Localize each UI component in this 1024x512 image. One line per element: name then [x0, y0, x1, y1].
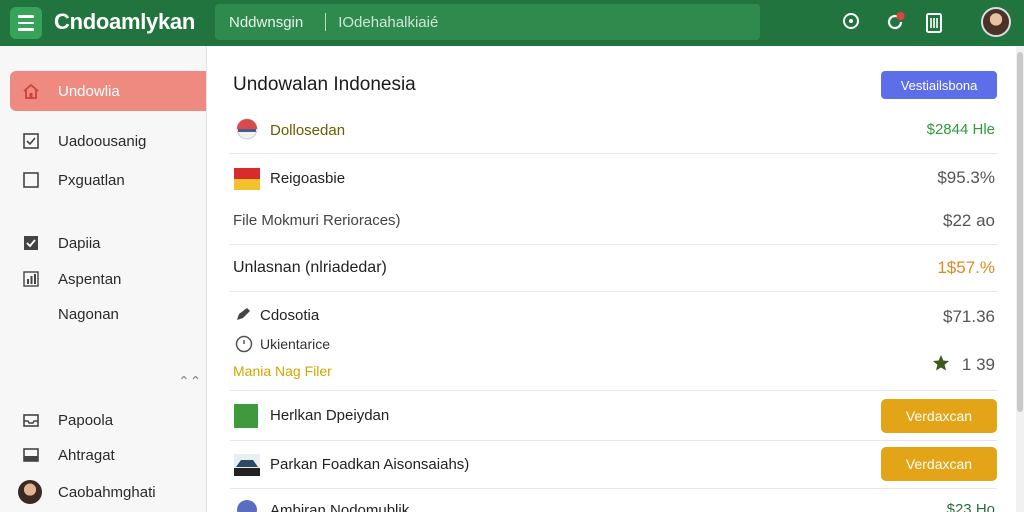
tray-icon [22, 446, 40, 464]
pie-thumbnail-icon [236, 118, 258, 140]
list-item[interactable]: Parkan Foadkan Aisonsaiahs) Verdaxcan [230, 441, 997, 489]
row-value: $71.36 [943, 307, 995, 326]
list-item[interactable]: File Mokmuri Rerioraces) $22 ao [230, 200, 997, 245]
car-thumbnail-icon [234, 454, 260, 476]
checkbox-icon [22, 132, 40, 150]
inbox-icon [22, 411, 40, 429]
location-pin-icon[interactable] [839, 10, 863, 34]
bar-chart-icon [22, 270, 40, 288]
row-value: $2844 Hle [926, 121, 995, 138]
row-value: 1$57.% [937, 258, 995, 277]
pen-icon [235, 306, 253, 327]
row-label: Herlkan Dpeiydan [270, 407, 390, 424]
sidebar-item-ahtragat[interactable]: Ahtragat [10, 435, 206, 475]
app-title: Cndoamlykan [54, 9, 195, 34]
page-title: Undowalan Indonesia [233, 74, 416, 95]
row-label: Parkan Foadkan Aisonsaiahs) [270, 456, 470, 473]
user-avatar[interactable] [981, 7, 1011, 37]
row-label: Dollosedan [270, 122, 346, 139]
sidebar-item-pxguatlan[interactable]: Pxguatlan [10, 160, 206, 200]
row-action-button[interactable]: Verdaxcan [881, 447, 997, 481]
row-action-button[interactable]: Verdaxcan [881, 399, 997, 433]
checkbox-checked-icon [22, 234, 40, 252]
row-value: $22 ao [943, 211, 995, 230]
sidebar-item-label: Pxguatlan [58, 171, 125, 189]
sidebar-item-uadoousanig[interactable]: Uadoousanig [10, 121, 206, 161]
sidebar-item-label: Undowlia [58, 82, 120, 100]
row-label: Reigoasbie [270, 170, 346, 187]
home-icon [22, 82, 40, 100]
sidebar-item-label: Ahtragat [58, 446, 115, 464]
sidebar-item-label: Dapiia [58, 234, 101, 252]
flag-thumbnail-icon [234, 168, 260, 190]
sidebar-item-label: Aspentan [58, 270, 122, 288]
list-item[interactable]: Dollosedan $2844 Hle [230, 108, 997, 154]
clock-icon [235, 335, 253, 358]
sidebar-item-label: Papoola [58, 411, 114, 429]
row-label: Cdosotia [260, 307, 320, 324]
search-bar[interactable]: Nddwnsgin [215, 4, 760, 40]
hamburger-line [18, 15, 34, 18]
list-item[interactable]: Unlasnan (nlriadedar) 1$57.% [230, 245, 997, 292]
sidebar-item-label: Caobahmghati [58, 483, 156, 501]
scrollbar[interactable] [1016, 46, 1024, 512]
sidebar-item-home[interactable]: Undowlia [10, 71, 206, 111]
row-label: Unlasnan (nlriadedar) [233, 259, 387, 276]
row-secondary-value: 1 39 [961, 355, 995, 374]
sidebar-item-papoola[interactable]: Papoola [10, 400, 206, 440]
primary-action-button[interactable]: Vestiailsbona [881, 71, 997, 99]
scrollbar-thumb[interactable] [1017, 52, 1023, 412]
hamburger-line [18, 28, 34, 31]
row-value: $23 Ho [946, 501, 995, 512]
trash-icon[interactable] [922, 10, 946, 34]
top-app-bar: Cndoamlykan Nddwnsgin [0, 0, 1024, 46]
row-label: Ambiran Nodomublik [270, 502, 410, 512]
list-item[interactable]: Reigoasbie $95.3% [230, 154, 997, 200]
hamburger-menu-button[interactable] [10, 7, 42, 39]
row-sublabel: Ukientarice [260, 336, 331, 352]
avatar [18, 480, 42, 504]
sidebar: Undowlia Uadoousanig Pxguatlan Dapiia As… [0, 46, 207, 512]
square-icon [22, 171, 40, 189]
chevron-up-icon[interactable]: ⌃⌃ [178, 373, 201, 390]
list-item[interactable]: Herlkan Dpeiydan Verdaxcan [230, 391, 997, 441]
sidebar-item-dapiia[interactable]: Dapiia [10, 223, 206, 263]
main-content: Undowalan Indonesia Vestiailsbona Dollos… [208, 46, 1016, 512]
refresh-icon[interactable] [883, 10, 907, 34]
globe-thumbnail-icon [237, 500, 257, 512]
row-label: File Mokmuri Rerioraces) [233, 212, 401, 229]
search-input[interactable] [338, 13, 639, 31]
star-icon [932, 354, 950, 377]
sidebar-item-label: Uadoousanig [58, 132, 147, 150]
hamburger-line [18, 21, 34, 25]
row-value: $95.3% [937, 168, 995, 187]
list-item[interactable]: Cdosotia Ukientarice Mania Nag Filer $71… [230, 292, 997, 391]
sidebar-item-profile[interactable]: Caobahmghati [10, 472, 206, 512]
sidebar-item-nagonan[interactable]: Nagonan [10, 294, 206, 334]
search-divider [325, 13, 327, 31]
sidebar-item-aspentan[interactable]: Aspentan [10, 259, 206, 299]
search-scope-label[interactable]: Nddwnsgin [229, 14, 303, 31]
manage-files-link[interactable]: Mania Nag Filer [233, 363, 332, 379]
list-item[interactable]: Ambiran Nodomublik $23 Ho [230, 489, 997, 512]
sidebar-item-label: Nagonan [58, 305, 119, 323]
green-square-icon [234, 404, 258, 428]
